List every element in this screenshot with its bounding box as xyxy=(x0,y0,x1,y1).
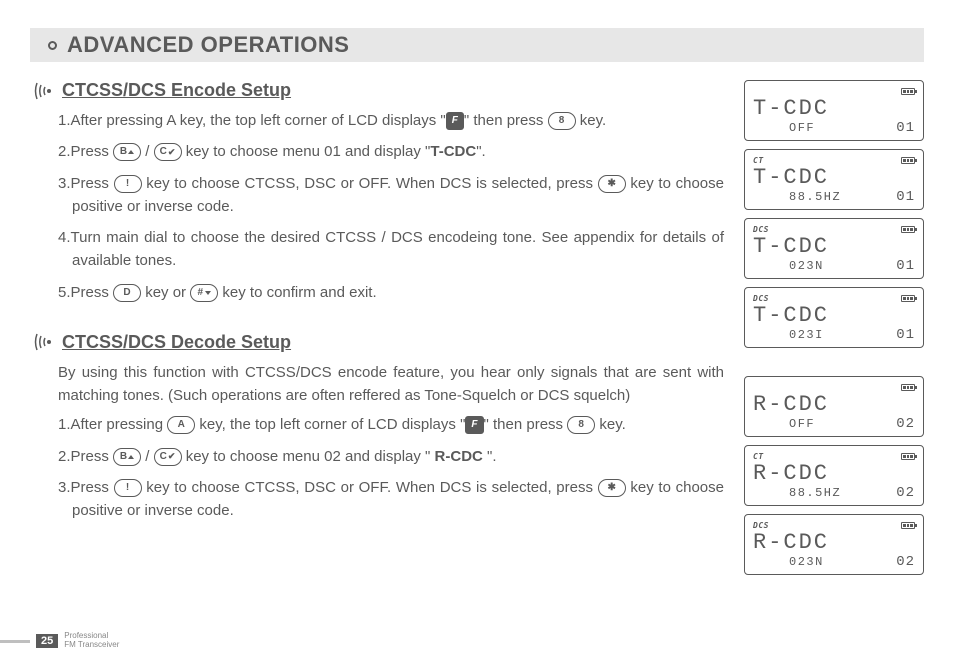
page-footer: 25 Professional FM Transceiver xyxy=(0,632,119,650)
lcd-column: T-CDCOFF01CTT-CDC88.5HZ01DCST-CDC023N01D… xyxy=(744,80,924,575)
lcd-sub-text: OFF xyxy=(753,121,815,135)
lcd-sub-text: 023N xyxy=(753,555,824,569)
battery-icon xyxy=(901,157,915,164)
key-star-icon: ✱ xyxy=(598,479,626,497)
battery-icon xyxy=(901,522,915,529)
lcd-sub-text: 88.5HZ xyxy=(753,486,841,500)
lcd-main-text: R-CDC xyxy=(753,532,915,554)
signal-waves-icon xyxy=(34,332,56,352)
list-item: 5.Press D key or # key to confirm and ex… xyxy=(58,281,724,304)
lcd-display: CT T-CDC88.5HZ 01 xyxy=(744,149,924,210)
key-c-down-icon: C✔ xyxy=(154,143,182,161)
header-bullet-icon xyxy=(48,41,57,50)
lcd-menu-number: 01 xyxy=(896,189,915,205)
list-item: 1.After pressing A key, the top left cor… xyxy=(58,413,724,436)
lcd-main-text: T-CDC xyxy=(753,167,915,189)
list-item: 2.Press B / C✔ key to choose menu 01 and… xyxy=(58,140,724,163)
key-exclam-icon: ! xyxy=(114,175,142,193)
decode-steps-list: 1.After pressing A key, the top left cor… xyxy=(48,413,724,522)
lcd-display: DCS R-CDC023N 02 xyxy=(744,514,924,575)
key-exclam-icon: ! xyxy=(114,479,142,497)
lcd-display: CT R-CDC88.5HZ 02 xyxy=(744,445,924,506)
lcd-indicator: CT xyxy=(753,156,764,165)
key-a-icon: A xyxy=(167,416,195,434)
lcd-sub-text: 88.5HZ xyxy=(753,190,841,204)
lcd-menu-number: 01 xyxy=(896,258,915,274)
lcd-display: DCS T-CDC023I 01 xyxy=(744,287,924,348)
battery-icon xyxy=(901,226,915,233)
content-column: CTCSS/DCS Encode Setup 1.After pressing … xyxy=(30,80,744,575)
footer-line-icon xyxy=(0,640,30,643)
key-hash-icon: # xyxy=(190,284,218,302)
key-8-icon: 8 xyxy=(567,416,595,434)
list-item: 1.After pressing A key, the top left cor… xyxy=(58,109,724,132)
lcd-indicator: DCS xyxy=(753,225,769,234)
lcd-main-text: R-CDC xyxy=(753,394,915,416)
lcd-display: R-CDCOFF 02 xyxy=(744,376,924,437)
list-item: 3.Press ! key to choose CTCSS, DSC or OF… xyxy=(58,172,724,219)
footer-text: Professional FM Transceiver xyxy=(64,632,119,650)
lcd-sub-text: OFF xyxy=(753,417,815,431)
section-encode-title: CTCSS/DCS Encode Setup xyxy=(34,80,724,101)
lcd-main-text: T-CDC xyxy=(753,305,915,327)
lcd-menu-number: 01 xyxy=(896,327,915,343)
key-b-up-icon: B xyxy=(113,448,141,466)
key-star-icon: ✱ xyxy=(598,175,626,193)
lcd-menu-number: 01 xyxy=(896,120,915,136)
list-item: 2.Press B / C✔ key to choose menu 02 and… xyxy=(58,445,724,468)
battery-icon xyxy=(901,384,915,391)
list-item: 4.Turn main dial to choose the desired C… xyxy=(58,226,724,273)
list-item: 3.Press ! key to choose CTCSS, DSC or OF… xyxy=(58,476,724,523)
key-8-icon: 8 xyxy=(548,112,576,130)
section-decode-title: CTCSS/DCS Decode Setup xyxy=(34,332,724,353)
page-header: ADVANCED OPERATIONS xyxy=(30,28,924,62)
battery-icon xyxy=(901,88,915,95)
lcd-main-text: R-CDC xyxy=(753,463,915,485)
lcd-display: T-CDCOFF 01 xyxy=(744,80,924,141)
key-c-down-icon: C✔ xyxy=(154,448,182,466)
lcd-sub-text: 023N xyxy=(753,259,824,273)
lcd-main-text: T-CDC xyxy=(753,236,915,258)
lcd-main-text: T-CDC xyxy=(753,98,915,120)
signal-waves-icon xyxy=(34,81,56,101)
lcd-display: DCS T-CDC023N 01 xyxy=(744,218,924,279)
lcd-indicator: DCS xyxy=(753,521,769,530)
section-heading: CTCSS/DCS Decode Setup xyxy=(62,332,291,353)
section-heading: CTCSS/DCS Encode Setup xyxy=(62,80,291,101)
lcd-menu-number: 02 xyxy=(896,485,915,501)
lcd-sub-text: 023I xyxy=(753,328,824,342)
key-f-icon: F xyxy=(446,112,464,130)
page-number: 25 xyxy=(36,634,58,648)
lcd-menu-number: 02 xyxy=(896,554,915,570)
key-f-icon: F xyxy=(465,416,483,434)
decode-intro: By using this function with CTCSS/DCS en… xyxy=(48,361,724,408)
lcd-menu-number: 02 xyxy=(896,416,915,432)
key-b-up-icon: B xyxy=(113,143,141,161)
encode-steps-list: 1.After pressing A key, the top left cor… xyxy=(48,109,724,304)
key-d-icon: D xyxy=(113,284,141,302)
lcd-indicator: DCS xyxy=(753,294,769,303)
lcd-indicator: CT xyxy=(753,452,764,461)
battery-icon xyxy=(901,295,915,302)
page-title: ADVANCED OPERATIONS xyxy=(67,32,349,58)
battery-icon xyxy=(901,453,915,460)
